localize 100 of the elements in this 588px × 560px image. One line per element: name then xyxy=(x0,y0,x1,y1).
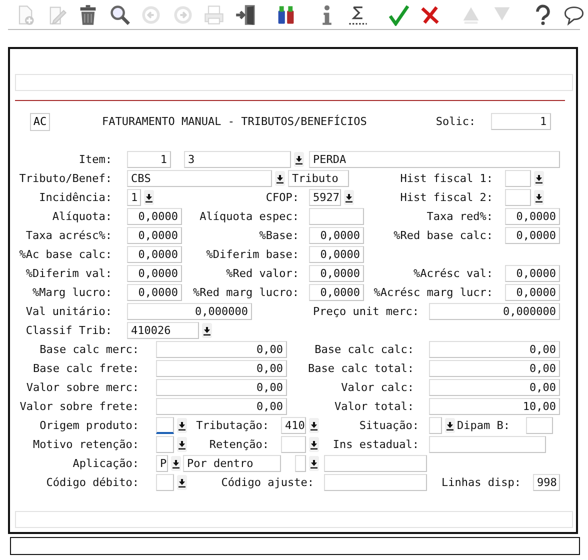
input-field[interactable]: 0,0000 xyxy=(127,284,182,301)
input-field[interactable]: 0,00 xyxy=(156,341,287,358)
field-label: Taxa acrésc%: xyxy=(24,229,112,242)
field-label: %Red base calc: xyxy=(392,229,493,242)
input-field[interactable]: 1 xyxy=(490,113,551,130)
field-label: %Diferim val: xyxy=(24,267,112,280)
field-label: Tributo/Benef: xyxy=(18,172,112,185)
field-label: Valor sobre frete: xyxy=(18,400,139,413)
input-field[interactable]: Por dentro xyxy=(183,455,281,472)
input-field[interactable] xyxy=(324,474,427,491)
input-field[interactable]: 0,0000 xyxy=(505,208,560,225)
field-label: Val unitário: xyxy=(24,305,112,318)
door-arrow-icon[interactable] xyxy=(234,4,256,26)
field-label: Tributação: xyxy=(195,419,269,432)
input-field[interactable]: 0,0000 xyxy=(309,284,364,301)
input-field[interactable]: 0,00 xyxy=(429,360,560,377)
field-label: Linhas disp: xyxy=(440,476,521,489)
field-label: Base calc frete: xyxy=(32,362,139,375)
field-label: Classif Trib: xyxy=(24,324,112,337)
field-label: Aplicação: xyxy=(72,457,139,470)
field-label: Solic: xyxy=(436,115,476,128)
field-label: Retenção: xyxy=(208,438,269,451)
input-field[interactable]: 0,00 xyxy=(429,341,560,358)
ac-button[interactable]: AC xyxy=(30,112,50,130)
checkmark-icon[interactable] xyxy=(388,4,410,26)
input-field[interactable]: 5927 xyxy=(309,189,341,206)
sigma-icon[interactable] xyxy=(347,4,369,26)
input-field[interactable] xyxy=(156,474,174,491)
input-field[interactable] xyxy=(156,417,174,434)
field-label: Valor calc: xyxy=(340,381,414,394)
field-label: %Acrésc val: xyxy=(412,267,493,280)
field-label: Valor total: xyxy=(334,400,414,413)
input-field[interactable]: 0,0000 xyxy=(309,265,364,282)
field-label: CFOP: xyxy=(264,191,299,204)
input-field[interactable] xyxy=(295,455,306,472)
input-field[interactable]: CBS xyxy=(127,170,272,187)
search-icon[interactable] xyxy=(108,4,130,26)
empty-field[interactable] xyxy=(15,74,573,91)
field-label: Motivo retenção: xyxy=(32,438,139,451)
input-field[interactable] xyxy=(281,436,306,453)
field-label: Valor sobre merc: xyxy=(25,381,139,394)
form-title: FATURAMENTO MANUAL - TRIBUTOS/BENEFÍCIOS xyxy=(102,115,367,128)
input-field[interactable] xyxy=(505,189,531,206)
input-field[interactable]: 10,00 xyxy=(429,398,560,415)
input-field[interactable]: 0,0000 xyxy=(505,284,560,301)
field-label: Alíquota espec: xyxy=(198,210,299,223)
field-label: Base calc merc: xyxy=(38,343,139,356)
input-field[interactable]: 0,000000 xyxy=(127,303,252,320)
field-label: Taxa red%: xyxy=(426,210,493,223)
input-field[interactable]: 998 xyxy=(533,474,560,491)
field-label: Base calc calc: xyxy=(314,343,414,356)
speech-bubble-icon[interactable] xyxy=(563,4,585,26)
input-field[interactable]: 0,00 xyxy=(156,379,287,396)
field-label: %Red valor: xyxy=(225,267,299,280)
input-field[interactable]: 0,0000 xyxy=(309,227,364,244)
input-field[interactable]: 0,0000 xyxy=(309,246,364,263)
input-field[interactable] xyxy=(505,170,531,187)
input-field[interactable] xyxy=(324,455,427,472)
field-label: %Diferim base: xyxy=(205,248,299,261)
input-field[interactable]: PERDA xyxy=(309,151,560,168)
field-label: %Red marg lucro: xyxy=(192,286,299,299)
empty-field[interactable] xyxy=(15,511,573,528)
field-label: Hist fiscal 2: xyxy=(399,191,493,204)
cross-icon[interactable] xyxy=(419,4,441,26)
field-label: Incidência: xyxy=(38,191,112,204)
input-field[interactable]: 0,0000 xyxy=(127,227,182,244)
input-field[interactable]: 1 xyxy=(127,151,171,168)
field-label: Código débito: xyxy=(45,476,139,489)
field-label: Item: xyxy=(78,153,112,166)
input-field[interactable] xyxy=(309,208,364,225)
input-field[interactable] xyxy=(526,417,553,434)
input-field[interactable] xyxy=(156,436,174,453)
input-field[interactable] xyxy=(429,417,442,434)
input-field[interactable]: P xyxy=(156,455,168,472)
input-field[interactable]: 410 xyxy=(281,417,306,434)
input-field[interactable]: 0,00 xyxy=(156,398,287,415)
input-field[interactable] xyxy=(429,436,546,453)
field-label: Preço unit merc: xyxy=(312,305,419,318)
field-label: %Marg lucro: xyxy=(32,286,112,299)
field-label: %Base: xyxy=(258,229,299,242)
input-field[interactable]: 0,00 xyxy=(429,379,560,396)
field-label: Origem produto: xyxy=(38,419,139,432)
input-field[interactable]: 0,0000 xyxy=(127,208,182,225)
field-label: Dipam B: xyxy=(457,419,511,432)
input-field[interactable]: Tributo xyxy=(288,170,349,187)
input-field[interactable]: 0,0000 xyxy=(505,227,560,244)
field-label: Situação: xyxy=(358,419,419,432)
input-field[interactable]: 0,0000 xyxy=(127,265,182,282)
input-field[interactable]: 0,0000 xyxy=(127,246,182,263)
field-label: Código ajuste: xyxy=(220,476,314,489)
field-label: Ins estadual: xyxy=(332,438,419,451)
input-field[interactable]: 1 xyxy=(127,189,141,206)
input-field[interactable]: 410026 xyxy=(127,322,199,339)
input-field[interactable]: 3 xyxy=(184,151,291,168)
field-label: %Acrésc marg lucr: xyxy=(372,286,493,299)
input-field[interactable]: 0,0000 xyxy=(505,265,560,282)
field-label: %Ac base calc: xyxy=(18,248,112,261)
input-field[interactable]: 0,000000 xyxy=(429,303,560,320)
field-label: Hist fiscal 1: xyxy=(399,172,493,185)
input-field[interactable]: 0,00 xyxy=(156,360,287,377)
